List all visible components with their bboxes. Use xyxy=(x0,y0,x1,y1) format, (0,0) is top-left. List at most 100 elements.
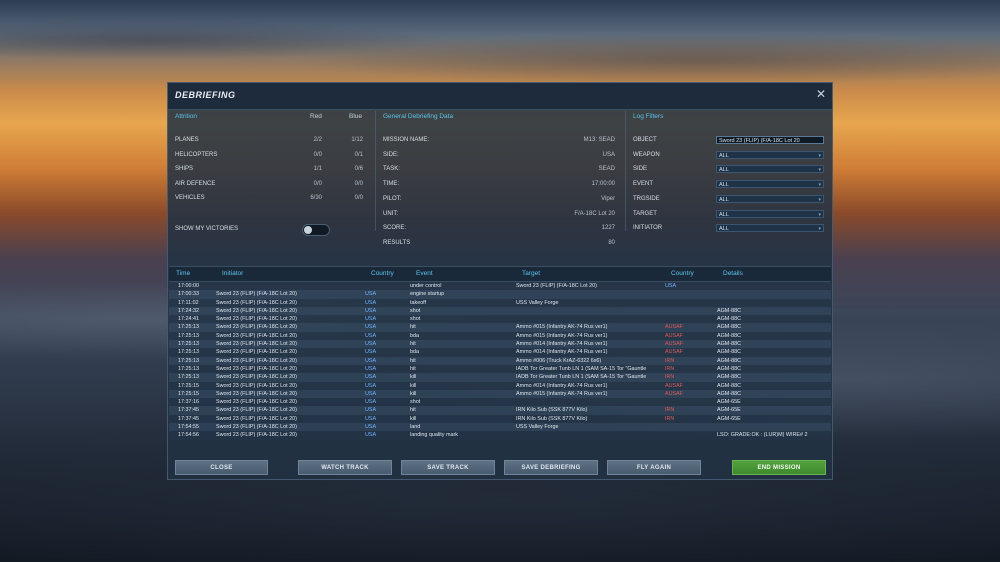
log-row[interactable]: 17:37:45 Sword 23 (FLIP) (F/A-18C Lot 20)… xyxy=(169,414,831,424)
filter-initiator-select[interactable]: ALL ▾ xyxy=(716,224,824,233)
log-country: USA xyxy=(365,299,377,306)
log-initiator: Sword 23 (FLIP) (F/A-18C Lot 20) xyxy=(216,332,297,339)
attrition-row-label: PLANES xyxy=(175,137,199,143)
debriefing-dialog: DEBRIEFING ✕ Attrition Red Blue PLANES 2/… xyxy=(167,82,833,480)
watch-track-button[interactable]: WATCH TRACK xyxy=(298,460,392,475)
general-row-value: 1227 xyxy=(601,225,615,232)
log-col-country[interactable]: Country xyxy=(371,270,394,277)
log-col-target[interactable]: Target xyxy=(522,270,540,277)
save-debriefing-button[interactable]: SAVE DEBRIEFING xyxy=(504,460,598,475)
general-row-value: 80 xyxy=(608,239,615,246)
log-row[interactable]: 17:37:45 Sword 23 (FLIP) (F/A-18C Lot 20)… xyxy=(169,406,831,415)
log-col-event[interactable]: Event xyxy=(416,270,433,277)
log-row[interactable]: 17:25:13 Sword 23 (FLIP) (F/A-18C Lot 20)… xyxy=(169,356,831,365)
log-initiator: Sword 23 (FLIP) (F/A-18C Lot 20) xyxy=(216,390,297,397)
filter-target-select[interactable]: ALL ▾ xyxy=(716,209,824,218)
log-country: USA xyxy=(365,374,377,381)
log-row[interactable]: 17:24:32 Sword 23 (FLIP) (F/A-18C Lot 20)… xyxy=(169,306,831,316)
log-row[interactable]: 17:25:13 Sword 23 (FLIP) (F/A-18C Lot 20)… xyxy=(169,331,831,341)
log-country: USA xyxy=(365,332,377,339)
filter-event-select[interactable]: ALL ▾ xyxy=(716,180,824,189)
log-row[interactable]: 17:37:16 Sword 23 (FLIP) (F/A-18C Lot 20)… xyxy=(169,398,831,407)
log-row[interactable]: 17:25:13 Sword 23 (FLIP) (F/A-18C Lot 20)… xyxy=(169,340,831,349)
log-details: AGM-88C xyxy=(717,316,741,323)
log-details: AGM-88C xyxy=(717,324,741,331)
log-row[interactable]: 17:00:33 Sword 23 (FLIP) (F/A-18C Lot 20)… xyxy=(169,290,831,299)
log-time: 17:00:33 xyxy=(178,291,199,298)
log-details: AGM-88C xyxy=(717,365,741,372)
filter-trgside-select[interactable]: ALL ▾ xyxy=(716,194,824,203)
log-col-details[interactable]: Details xyxy=(723,270,743,277)
log-event: hit xyxy=(410,324,416,331)
log-col-time[interactable]: Time xyxy=(176,270,190,277)
log-target: IADB Tor Greater Tunb LN 1 (SAM SA-15 To… xyxy=(516,374,647,381)
log-row[interactable]: 17:25:13 Sword 23 (FLIP) (F/A-18C Lot 20)… xyxy=(169,373,831,382)
log-details: AGM-88C xyxy=(717,357,741,364)
toggle-knob xyxy=(304,226,312,234)
log-initiator: Sword 23 (FLIP) (F/A-18C Lot 20) xyxy=(216,291,297,298)
log-target-country: AUSAF xyxy=(665,341,683,348)
general-row-label: TIME: xyxy=(383,181,399,188)
log-header: Time Initiator Country Event Target Coun… xyxy=(169,266,831,282)
log-initiator: Sword 23 (FLIP) (F/A-18C Lot 20) xyxy=(216,349,297,356)
log-details: AGM-88C xyxy=(717,332,741,339)
log-target-country: IRN xyxy=(665,407,675,414)
filter-object-select[interactable]: Sword 23 (FLIP) (F/A-18C Lot 20 xyxy=(716,136,824,144)
dialog-titlebar: DEBRIEFING ✕ xyxy=(168,83,832,110)
log-details: AGM-88C xyxy=(717,349,741,356)
chevron-down-icon: ▾ xyxy=(818,211,821,218)
log-event: takeoff xyxy=(410,299,427,306)
log-time: 17:37:45 xyxy=(178,415,199,422)
log-target: Ammo #014 (Infantry AK-74 Rus ver1) xyxy=(516,349,608,356)
log-col-initiator[interactable]: Initiator xyxy=(222,270,243,277)
log-country: USA xyxy=(365,316,377,323)
close-icon[interactable]: ✕ xyxy=(816,88,826,100)
log-initiator: Sword 23 (FLIP) (F/A-18C Lot 20) xyxy=(216,415,297,422)
log-details: AGM-88C xyxy=(717,341,741,348)
log-row[interactable]: 17:25:15 Sword 23 (FLIP) (F/A-18C Lot 20)… xyxy=(169,389,831,399)
log-event: bda xyxy=(410,332,419,339)
filter-label: WEAPON xyxy=(633,151,660,158)
log-event: bda xyxy=(410,349,419,356)
log-country: USA xyxy=(365,365,377,372)
fly-again-button[interactable]: FLY AGAIN xyxy=(607,460,701,475)
log-target: USS Valley Forge xyxy=(516,424,559,431)
log-row[interactable]: 17:25:13 Sword 23 (FLIP) (F/A-18C Lot 20)… xyxy=(169,323,831,332)
log-initiator: Sword 23 (FLIP) (F/A-18C Lot 20) xyxy=(216,341,297,348)
filter-value: ALL xyxy=(719,211,729,218)
filter-weapon-select[interactable]: ALL ▾ xyxy=(716,150,824,159)
log-details: AGM-65E xyxy=(717,415,741,422)
filter-side-select[interactable]: ALL ▾ xyxy=(716,165,824,174)
log-target-country: IRN xyxy=(665,357,675,364)
general-heading: General Debriefing Data xyxy=(383,113,454,120)
general-row-value: F/A-18C Lot 20 xyxy=(574,210,615,217)
attrition-row-red: 0/0 xyxy=(313,151,322,158)
log-row[interactable]: 17:11:02 Sword 23 (FLIP) (F/A-18C Lot 20)… xyxy=(169,298,831,307)
log-row[interactable]: 17:54:55 Sword 23 (FLIP) (F/A-18C Lot 20)… xyxy=(169,423,831,432)
log-row[interactable]: 17:54:56 Sword 23 (FLIP) (F/A-18C Lot 20)… xyxy=(169,431,831,440)
attrition-row-blue: 0/1 xyxy=(354,151,363,158)
show-victories-toggle[interactable] xyxy=(302,224,330,236)
log-time: 17:25:13 xyxy=(178,324,199,331)
log-time: 17:00:00 xyxy=(178,283,199,289)
log-target-country: AUSAF xyxy=(665,349,683,356)
end-mission-button[interactable]: END MISSION xyxy=(732,460,826,475)
log-col-target-country[interactable]: Country xyxy=(671,270,694,277)
log-row[interactable]: 17:25:13 Sword 23 (FLIP) (F/A-18C Lot 20)… xyxy=(169,364,831,374)
log-target: USS Valley Forge xyxy=(516,299,559,306)
save-track-button[interactable]: SAVE TRACK xyxy=(401,460,495,475)
log-row[interactable]: 17:25:15 Sword 23 (FLIP) (F/A-18C Lot 20)… xyxy=(169,381,831,390)
log-time: 17:24:41 xyxy=(178,316,199,323)
log-event: hit xyxy=(410,365,416,372)
log-target: Ammo #015 (Infantry AK-74 Rus ver1) xyxy=(516,324,608,331)
log-row[interactable]: 17:00:00 under control Sword 23 (FLIP) (F/… xyxy=(169,282,831,291)
log-details: AGM-65E xyxy=(717,399,741,406)
close-button[interactable]: CLOSE xyxy=(175,460,268,475)
log-row[interactable]: 17:24:41 Sword 23 (FLIP) (F/A-18C Lot 20)… xyxy=(169,315,831,324)
log-event: engine startup xyxy=(410,291,445,298)
log-time: 17:37:45 xyxy=(178,407,199,414)
filter-value: Sword 23 (FLIP) (F/A-18C Lot 20 xyxy=(719,138,800,144)
log-time: 17:25:15 xyxy=(178,390,199,397)
log-event: kill xyxy=(410,382,417,389)
log-row[interactable]: 17:25:13 Sword 23 (FLIP) (F/A-18C Lot 20)… xyxy=(169,348,831,357)
